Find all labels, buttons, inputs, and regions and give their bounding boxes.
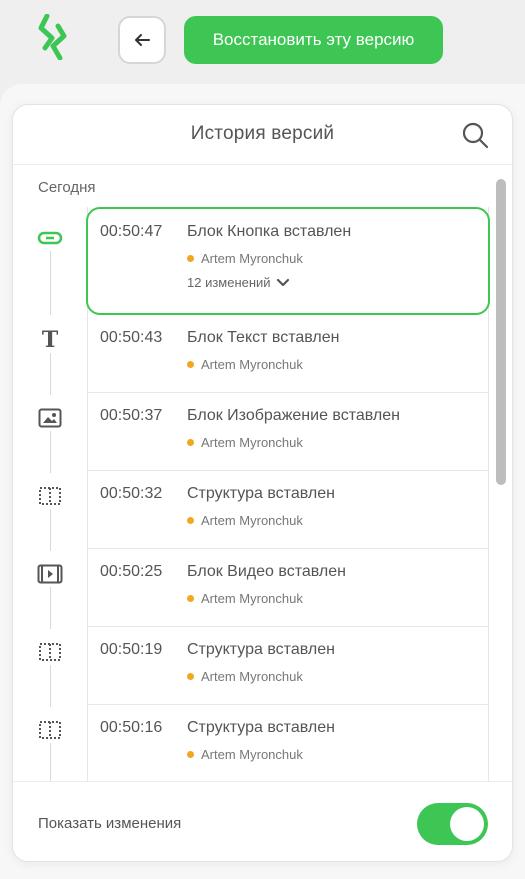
entry-description: Блок Изображение вставлен <box>187 407 400 424</box>
back-button[interactable] <box>118 16 166 64</box>
timeline-line <box>50 431 51 473</box>
author-name: Artem Myronchuk <box>201 747 303 762</box>
bolt-logo-icon <box>38 13 68 61</box>
author-status-dot <box>187 361 194 368</box>
entry-time: 00:50:25 <box>100 563 163 580</box>
video-block-icon <box>37 563 63 585</box>
panel-header: История версий <box>13 105 512 165</box>
button-block-icon <box>37 227 63 249</box>
version-entry[interactable]: 00:50:25 Блок Видео вставлен Artem Myron… <box>88 549 488 627</box>
show-changes-toggle[interactable] <box>417 803 488 845</box>
search-button[interactable] <box>460 120 490 150</box>
version-list: 00:50:47 Блок Кнопка вставлен Artem Myro… <box>86 207 490 783</box>
panel-title: История версий <box>190 123 335 144</box>
entry-author: Artem Myronchuk <box>187 669 303 684</box>
version-history-panel: История версий Сегодня T 00:50:47 Блок К… <box>12 104 513 862</box>
timeline-line <box>50 509 51 551</box>
entry-description: Структура вставлен <box>187 641 335 658</box>
timeline-line <box>50 251 51 315</box>
entry-author: Artem Myronchuk <box>187 591 303 606</box>
entry-description: Блок Кнопка вставлен <box>187 223 352 240</box>
timeline-line <box>50 353 51 395</box>
structure-block-icon <box>37 641 63 663</box>
version-entry[interactable]: 00:50:43 Блок Текст вставлен Artem Myron… <box>88 315 488 393</box>
section-label-today: Сегодня <box>38 179 96 196</box>
author-status-dot <box>187 517 194 524</box>
author-status-dot <box>187 439 194 446</box>
changes-count: 12 изменений <box>187 275 271 290</box>
list-scrollbar[interactable] <box>496 179 506 485</box>
chevron-down-icon <box>276 278 289 286</box>
author-name: Artem Myronchuk <box>201 591 303 606</box>
image-block-icon <box>37 407 63 429</box>
show-changes-label: Показать изменения <box>38 815 182 832</box>
author-name: Artem Myronchuk <box>201 435 303 450</box>
entry-time: 00:50:47 <box>100 223 163 240</box>
entry-description: Блок Текст вставлен <box>187 329 340 346</box>
entry-description: Структура вставлен <box>187 485 335 502</box>
entry-author: Artem Myronchuk <box>187 435 303 450</box>
search-icon <box>462 122 489 149</box>
version-entry[interactable]: 00:50:32 Структура вставлен Artem Myronc… <box>88 471 488 549</box>
entry-time: 00:50:19 <box>100 641 163 658</box>
entry-time: 00:50:32 <box>100 485 163 502</box>
entry-author: Artem Myronchuk <box>187 513 303 528</box>
author-status-dot <box>187 255 194 262</box>
timeline-line <box>50 587 51 629</box>
author-name: Artem Myronchuk <box>201 669 303 684</box>
entry-description: Структура вставлен <box>187 719 335 736</box>
entry-author: Artem Myronchuk <box>187 357 303 372</box>
changes-toggle[interactable]: 12 изменений <box>187 275 291 290</box>
entry-time: 00:50:43 <box>100 329 163 346</box>
author-name: Artem Myronchuk <box>201 357 303 372</box>
text-block-icon: T <box>41 327 59 353</box>
version-entry[interactable]: 00:50:47 Блок Кнопка вставлен Artem Myro… <box>86 207 490 315</box>
panel-footer: Показать изменения <box>13 781 512 861</box>
version-entry[interactable]: 00:50:37 Блок Изображение вставлен Artem… <box>88 393 488 471</box>
author-status-dot <box>187 595 194 602</box>
entry-time: 00:50:37 <box>100 407 163 424</box>
arrow-left-icon <box>135 34 150 46</box>
toggle-knob <box>450 807 484 841</box>
version-entry[interactable]: 00:50:16 Структура вставлен Artem Myronc… <box>88 705 488 783</box>
entry-description: Блок Видео вставлен <box>187 563 346 580</box>
version-entry[interactable]: 00:50:19 Структура вставлен Artem Myronc… <box>88 627 488 705</box>
top-toolbar: Восстановить эту версию <box>0 0 525 84</box>
entry-time: 00:50:16 <box>100 719 163 736</box>
timeline-line <box>50 665 51 707</box>
author-name: Artem Myronchuk <box>201 513 303 528</box>
entry-author: Artem Myronchuk <box>187 747 303 762</box>
structure-block-icon <box>37 719 63 741</box>
structure-block-icon <box>37 485 63 507</box>
entry-author: Artem Myronchuk <box>187 251 303 266</box>
author-status-dot <box>187 751 194 758</box>
timeline-line <box>50 743 51 781</box>
author-name: Artem Myronchuk <box>201 251 303 266</box>
restore-version-button[interactable]: Восстановить эту версию <box>184 16 443 64</box>
author-status-dot <box>187 673 194 680</box>
